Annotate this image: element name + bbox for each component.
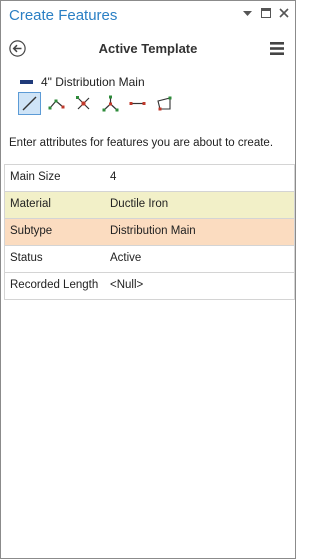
vertex-tool-icon[interactable] — [99, 92, 122, 115]
attribute-row-main-size[interactable]: Main Size 4 — [5, 165, 294, 192]
attribute-key: Status — [10, 252, 43, 264]
instructions-text: Enter attributes for features you are ab… — [9, 137, 274, 149]
attribute-table: Main Size 4 Material Ductile Iron Subtyp… — [4, 164, 295, 300]
restore-window-icon[interactable] — [260, 8, 271, 20]
intersection-tool-icon[interactable] — [72, 92, 95, 115]
attribute-key: Main Size — [10, 171, 61, 183]
attribute-row-recorded-length[interactable]: Recorded Length <Null> — [5, 273, 294, 300]
header-title: Active Template — [98, 41, 198, 56]
construction-tools — [18, 92, 176, 115]
create-features-pane: Create Features Active Template 4" Distr… — [0, 0, 296, 559]
template-name: 4" Distribution Main — [41, 75, 145, 89]
attribute-key: Material — [10, 198, 51, 210]
attribute-value[interactable]: Ductile Iron — [110, 198, 168, 210]
attribute-row-material[interactable]: Material Ductile Iron — [5, 192, 294, 219]
polyline-tool-icon[interactable] — [45, 92, 68, 115]
line-symbol-swatch — [20, 80, 33, 84]
attribute-key: Subtype — [10, 225, 53, 237]
template-label: 4" Distribution Main — [20, 74, 145, 90]
template-header: Active Template — [1, 35, 295, 65]
attribute-value[interactable]: 4 — [110, 171, 116, 183]
attribute-value[interactable]: Active — [110, 252, 141, 264]
caret-down-icon[interactable] — [242, 8, 253, 20]
pane-title: Create Features — [9, 7, 118, 24]
attribute-row-status[interactable]: Status Active — [5, 246, 294, 273]
polygon-tool-icon[interactable] — [153, 92, 176, 115]
two-point-line-tool-icon[interactable] — [126, 92, 149, 115]
line-tool-icon[interactable] — [18, 92, 41, 115]
window-controls — [242, 8, 289, 20]
attribute-value[interactable]: <Null> — [110, 279, 143, 291]
attribute-row-subtype[interactable]: Subtype Distribution Main — [5, 219, 294, 246]
attribute-key: Recorded Length — [10, 279, 99, 291]
pane-titlebar: Create Features — [1, 1, 295, 31]
close-icon[interactable] — [278, 8, 289, 20]
attribute-value[interactable]: Distribution Main — [110, 225, 196, 237]
hamburger-menu-icon[interactable] — [270, 42, 284, 55]
